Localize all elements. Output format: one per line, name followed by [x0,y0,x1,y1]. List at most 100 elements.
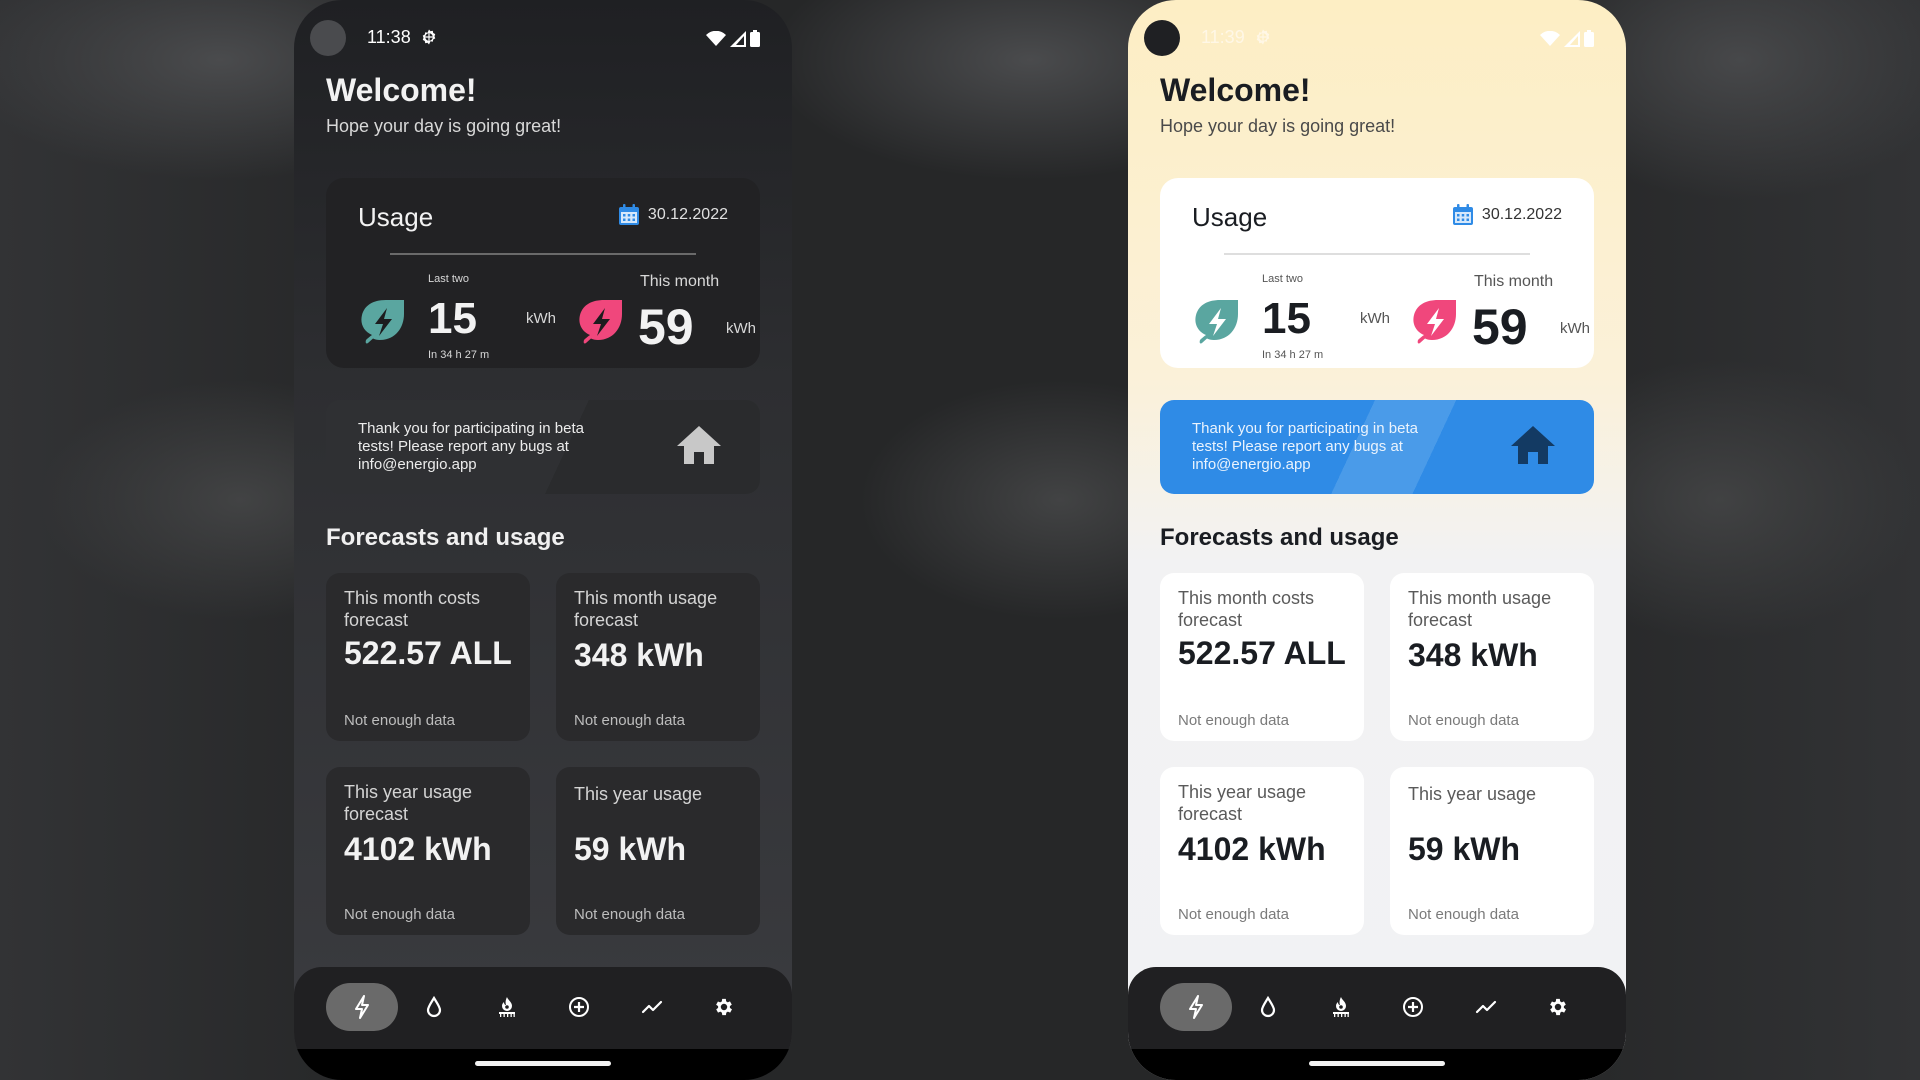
status-bar: 11:38 [294,20,792,56]
calendar-icon [618,204,639,225]
beta-message: Thank you for participating in beta test… [358,420,584,473]
this-month-stat: This month 59 kWh [1410,268,1590,368]
electricity-leaf-icon [1195,300,1238,344]
nav-statistics[interactable] [1450,983,1522,1031]
forecast-tile[interactable]: This year usage 59 kWh Not enough data [556,767,760,935]
battery-icon [1584,30,1594,47]
gas-icon [498,997,515,1017]
tile-value: 348 kWh [1408,637,1538,673]
last-two-stat: Last two 15 kWh In 34 h 27 m [1192,268,1390,368]
nav-electricity[interactable] [326,983,398,1031]
nav-water[interactable] [398,983,470,1031]
nav-electricity[interactable] [1160,983,1232,1031]
last-two-unit: kWh [1360,310,1390,327]
usage-date: 30.12.2022 [1481,206,1562,223]
electricity-icon [355,995,369,1019]
camera-cutout [310,20,346,56]
usage-card[interactable]: Usage 30.12.2022 Last two 15 kWh In 34 h… [1160,178,1594,368]
usage-title: Usage [1192,202,1268,232]
forecasts-title: Forecasts and usage [1160,524,1399,551]
battery-icon [750,30,760,47]
signal-icon [730,30,746,47]
trend-icon [1475,1000,1496,1014]
tile-note: Not enough data [574,712,685,729]
forecast-tile[interactable]: This year usage forecast 4102 kWh Not en… [1160,767,1364,935]
tile-value: 59 kWh [1408,831,1521,867]
nav-settings[interactable] [1522,983,1594,1031]
this-month-label: This month [640,273,720,290]
home-icon [677,426,721,464]
tile-label: This month costs forecast [344,588,481,630]
tile-value: 59 kWh [574,831,687,867]
welcome-subtitle: Hope your day is going great! [1160,116,1396,136]
gas-icon [1332,997,1349,1017]
tile-note: Not enough data [574,906,685,923]
home-gesture-handle[interactable] [475,1061,611,1066]
nav-add[interactable] [1377,983,1449,1031]
system-icons [1540,30,1594,47]
nav-water[interactable] [1232,983,1304,1031]
forecast-tile[interactable]: This month usage forecast 348 kWh Not en… [556,573,760,741]
last-two-stat: Last two 15 kWh In 34 h 27 m [358,268,556,368]
forecast-tile[interactable]: This month costs forecast 522.57 ALL Not… [326,573,530,741]
nav-gas[interactable] [1305,983,1377,1031]
add-icon [1403,997,1424,1017]
nav-statistics[interactable] [616,983,688,1031]
this-month-unit: kWh [1560,320,1590,337]
nav-settings[interactable] [688,983,760,1031]
this-month-unit: kWh [726,320,756,337]
usage-divider [390,253,696,255]
electricity-leaf-icon [1413,300,1456,344]
nav-gas[interactable] [471,983,543,1031]
settings-icon [1550,998,1566,1016]
trend-icon [641,1000,662,1014]
tile-note: Not enough data [1408,906,1519,923]
tile-value: 4102 kWh [344,831,492,867]
electricity-leaf-icon [579,300,622,344]
tile-note: Not enough data [344,906,455,923]
last-two-value: 15 [428,294,477,343]
gesture-bar [1128,1049,1626,1080]
tile-label: This year usage [574,784,703,804]
tile-label: This month usage forecast [574,588,718,630]
tile-label: This year usage [1408,784,1537,804]
system-icons [706,30,760,47]
forecast-tile[interactable]: This year usage 59 kWh Not enough data [1390,767,1594,935]
electricity-leaf-icon [361,300,404,344]
tile-note: Not enough data [1178,712,1289,729]
settings-icon [716,998,732,1016]
usage-date: 30.12.2022 [647,206,728,223]
phone-light-theme: 11:39 Welcome! Hope your day is going gr… [1128,0,1626,1080]
wifi-icon [1540,30,1560,46]
tile-value: 4102 kWh [1178,831,1326,867]
beta-banner[interactable]: Thank you for participating in beta test… [326,400,760,494]
status-gear-icon [422,29,436,45]
usage-card[interactable]: Usage 30.12.2022 Last two 15 kWh In 34 h… [326,178,760,368]
forecast-tile[interactable]: This year usage forecast 4102 kWh Not en… [326,767,530,935]
tile-label: This year usage forecast [344,782,473,824]
usage-divider [1224,253,1530,255]
forecast-tile[interactable]: This month costs forecast 522.57 ALL Not… [1160,573,1364,741]
tile-label: This month usage forecast [1408,588,1552,630]
wifi-icon [706,30,726,46]
tile-value: 522.57 ALL [344,635,512,671]
this-month-stat: This month 59 kWh [576,268,756,368]
this-month-value: 59 [1472,299,1528,355]
date-picker[interactable]: 30.12.2022 [1452,204,1562,226]
home-gesture-handle[interactable] [1309,1061,1445,1066]
last-two-countdown: In 34 h 27 m [428,349,490,361]
usage-title: Usage [358,202,434,232]
add-icon [569,997,590,1017]
bottom-navigation [1128,967,1626,1049]
forecast-tile[interactable]: This month usage forecast 348 kWh Not en… [1390,573,1594,741]
tile-note: Not enough data [1178,906,1289,923]
last-two-value: 15 [1262,294,1311,343]
forecasts-title: Forecasts and usage [326,524,565,551]
phone-dark-theme: 11:38 Welcome! Hope your day is going gr… [294,0,792,1080]
tile-label: This year usage forecast [1178,782,1307,824]
welcome-title: Welcome! [1160,72,1311,108]
calendar-icon [1452,204,1473,225]
nav-add[interactable] [543,983,615,1031]
beta-banner[interactable]: Thank you for participating in beta test… [1160,400,1594,494]
date-picker[interactable]: 30.12.2022 [618,204,728,226]
